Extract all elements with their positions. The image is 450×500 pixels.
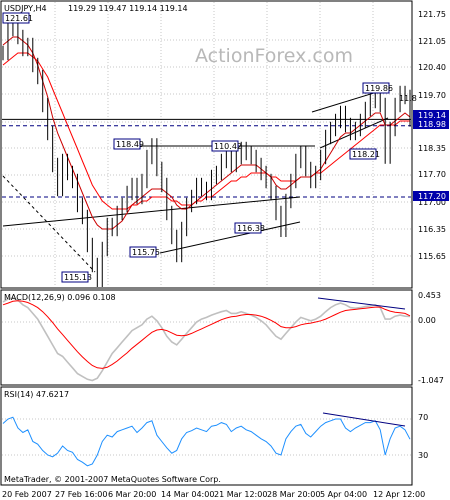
copyright: MetaTrader, © 2001-2007 MetaQuotes Softw… (4, 475, 221, 484)
x-tick-label: 12 Apr 12:00 (373, 490, 425, 499)
rsi-title: RSI(14) 47.6217 (4, 390, 69, 399)
tick-label: 0.00 (418, 316, 436, 325)
x-tick-label: 20 Feb 2007 (2, 490, 52, 499)
x-tick-label: 14 Mar 04:00 (161, 490, 214, 499)
tick-label: 119.70 (418, 91, 446, 100)
x-tick-label: 27 Feb 16:00 (55, 490, 107, 499)
annotation-110-42: 110.42 (214, 142, 242, 151)
macd-title: MACD(12,26,9) 0.096 0.108 (4, 293, 116, 302)
x-tick-label: 28 Mar 20:00 (267, 490, 320, 499)
tick-label: 118.35 (418, 144, 446, 153)
price-boxes: 119.14 118.98 117.20 (413, 110, 449, 201)
x-tick-label: 5 Apr 04:00 (320, 490, 367, 499)
x-tick-label: 6 Mar 20:00 (108, 490, 156, 499)
tick-label: 70 (418, 413, 428, 422)
tick-label: 121.75 (418, 10, 446, 19)
price-axis: 121.75 121.05 120.40 119.70 118.35 117.7… (418, 10, 446, 261)
price-box-current-label: 119.14 (418, 111, 446, 120)
tick-label: 116.35 (418, 225, 446, 234)
annotation-115-75: 115.75 (132, 248, 160, 257)
tick-label: 30 (418, 451, 428, 460)
tick-label: -1.047 (418, 376, 444, 385)
rsi-axis: 70 30 (418, 413, 428, 460)
price-box-level-1-label: 118.98 (418, 120, 446, 129)
rsi-panel-frame (0, 386, 413, 486)
annotation-118-49: 118.49 (116, 140, 144, 149)
annotation-118-21: 118.21 (352, 150, 380, 159)
price-box-level-2-label: 117.20 (418, 192, 446, 201)
annotation-116-38: 116.38 (237, 224, 265, 233)
price-title-ohlc: 119.29 119.47 119.14 119.14 (68, 4, 188, 13)
annotation-115-13: 115.13 (64, 273, 92, 282)
watermark: ActionForex.com (195, 45, 353, 67)
tick-label: 115.65 (418, 252, 446, 261)
chart-canvas: ActionForex.com 121.61 118.49 110.42 119… (0, 0, 449, 499)
annotation-11-8: 11.8 (399, 94, 417, 103)
annotation-119-86: 119.86 (365, 84, 393, 93)
x-tick-label: 21 Mar 12:00 (214, 490, 267, 499)
tick-label: 121.05 (418, 37, 446, 46)
tick-label: 117.70 (418, 170, 446, 179)
price-title-symbol: USDJPY,H4 (4, 4, 47, 13)
macd-panel-frame (0, 289, 413, 386)
tick-label: 120.40 (418, 63, 446, 72)
macd-axis: 0.453 0.00 -1.047 (418, 291, 444, 385)
tick-label: 0.453 (418, 291, 441, 300)
annotation-high-start: 121.61 (5, 14, 33, 23)
x-axis: 20 Feb 2007 27 Feb 16:00 6 Mar 20:00 14 … (2, 490, 425, 499)
